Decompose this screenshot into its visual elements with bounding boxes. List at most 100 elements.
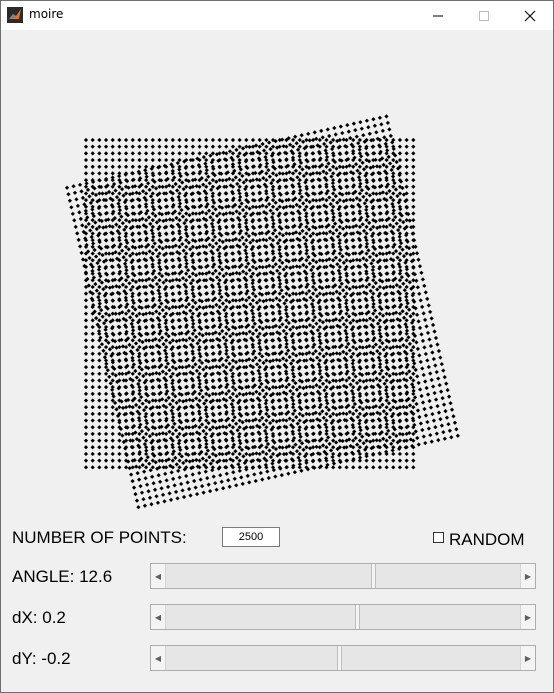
rotated-grid-point xyxy=(414,251,420,256)
rotated-grid-point xyxy=(275,268,280,273)
grid-point xyxy=(103,411,109,416)
grid-point xyxy=(103,431,109,437)
rotated-grid-point xyxy=(410,354,415,359)
grid-point xyxy=(137,405,142,410)
grid-point xyxy=(83,418,89,423)
grid-point xyxy=(304,137,309,143)
grid-point xyxy=(364,284,369,290)
grid-point xyxy=(90,451,95,457)
rotated-grid-point xyxy=(414,401,419,407)
grid-point xyxy=(210,137,216,143)
rotated-grid-point xyxy=(64,185,70,190)
grid-point xyxy=(244,137,249,143)
grid-point xyxy=(324,318,329,323)
grid-point xyxy=(404,251,409,256)
grid-point xyxy=(117,438,122,443)
rotated-grid-point xyxy=(91,241,96,246)
rotated-grid-point xyxy=(193,362,198,367)
grid-point xyxy=(224,358,229,363)
rotated-grid-point xyxy=(117,208,123,213)
rotated-grid-point xyxy=(207,304,212,309)
grid-point xyxy=(264,137,269,143)
rotated-grid-point xyxy=(149,228,154,233)
rotated-grid-point xyxy=(446,394,452,399)
rotated-grid-point xyxy=(125,274,131,279)
rotated-grid-point xyxy=(230,162,235,167)
rotated-grid-point xyxy=(429,316,434,321)
rotated-grid-point xyxy=(347,348,352,353)
rotated-grid-point xyxy=(439,389,444,394)
rotated-grid-point xyxy=(400,309,405,314)
rotated-grid-point xyxy=(407,218,412,223)
rotated-grid-point xyxy=(431,418,437,423)
rotated-grid-point xyxy=(388,407,393,412)
rotated-grid-point xyxy=(150,200,155,205)
rotated-grid-point xyxy=(203,161,208,166)
rotated-grid-point xyxy=(347,225,352,230)
grid-point xyxy=(177,458,182,463)
rotated-grid-point xyxy=(142,469,147,474)
grid-point xyxy=(384,398,389,403)
grid-point xyxy=(270,371,276,376)
rotated-grid-point xyxy=(306,131,311,136)
grid-point xyxy=(297,264,302,270)
grid-point xyxy=(157,338,162,343)
rotated-grid-point xyxy=(410,231,415,236)
rotated-grid-point xyxy=(425,419,430,425)
grid-point xyxy=(117,144,122,149)
grid-point xyxy=(103,391,109,396)
grid-point xyxy=(117,405,122,410)
rotated-grid-point xyxy=(121,255,126,260)
maximize-button[interactable] xyxy=(461,1,507,30)
rotated-grid-point xyxy=(154,247,159,253)
rotated-grid-point xyxy=(67,198,73,203)
grid-point xyxy=(364,231,369,236)
rotated-grid-point xyxy=(214,302,219,308)
rotated-grid-point xyxy=(194,334,199,339)
rotated-grid-point xyxy=(431,356,436,362)
grid-point xyxy=(377,338,383,343)
grid-point xyxy=(150,311,155,316)
rotated-grid-point xyxy=(147,372,152,377)
rotated-grid-point xyxy=(438,355,443,360)
grid-point xyxy=(83,198,89,203)
close-button[interactable] xyxy=(507,1,553,30)
rotated-grid-point xyxy=(120,221,125,226)
rotated-grid-point xyxy=(408,375,413,380)
rotated-grid-point xyxy=(274,357,279,363)
rotated-grid-point xyxy=(417,264,423,269)
grid-point xyxy=(157,458,162,463)
grid-point xyxy=(83,311,89,316)
grid-point xyxy=(150,144,155,149)
rotated-grid-point xyxy=(151,481,156,486)
grid-point xyxy=(130,465,135,470)
grid-point xyxy=(284,418,289,423)
rotated-grid-point xyxy=(286,382,292,387)
grid-point xyxy=(103,344,109,350)
rotated-grid-point xyxy=(286,348,291,353)
rotated-grid-point xyxy=(368,288,373,294)
rotated-grid-point xyxy=(160,307,165,313)
grid-point xyxy=(224,458,229,463)
grid-point xyxy=(90,338,95,343)
rotated-grid-point xyxy=(337,241,342,246)
rotated-grid-point xyxy=(436,410,442,415)
rotated-grid-point xyxy=(252,472,257,477)
rotated-grid-point xyxy=(208,461,213,466)
grid-point xyxy=(90,151,95,156)
grid-point xyxy=(344,378,349,383)
grid-point xyxy=(311,385,316,390)
grid-point xyxy=(217,411,222,416)
grid-point xyxy=(110,164,115,169)
grid-point xyxy=(184,278,189,283)
minimize-button[interactable] xyxy=(415,1,461,30)
rotated-grid-point xyxy=(254,389,259,394)
grid-point xyxy=(204,211,209,216)
rotated-grid-point xyxy=(361,167,367,172)
grid-point xyxy=(284,304,289,310)
rotated-grid-point xyxy=(351,149,356,154)
grid-point xyxy=(337,351,342,356)
rotated-grid-point xyxy=(361,194,366,199)
rotated-grid-point xyxy=(147,461,152,466)
grid-point xyxy=(164,398,169,403)
